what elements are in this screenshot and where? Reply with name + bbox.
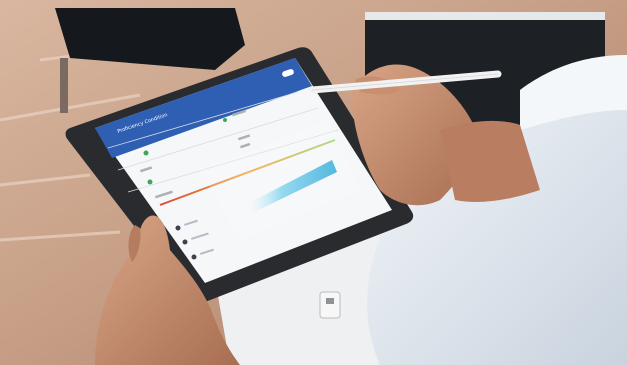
status-dot-icon bbox=[147, 179, 153, 185]
circle-bullet-icon[interactable] bbox=[191, 254, 197, 260]
circle-bullet-icon[interactable] bbox=[182, 239, 188, 245]
table-leg bbox=[60, 58, 68, 113]
status-dot-icon bbox=[223, 118, 227, 122]
monitor-bezel bbox=[365, 12, 605, 20]
status-dot-icon bbox=[143, 150, 149, 156]
usb-port bbox=[326, 298, 334, 304]
photo-scene: Proficiency Condition bbox=[0, 0, 627, 365]
usb-device bbox=[319, 291, 341, 319]
circle-bullet-icon[interactable] bbox=[175, 225, 181, 231]
